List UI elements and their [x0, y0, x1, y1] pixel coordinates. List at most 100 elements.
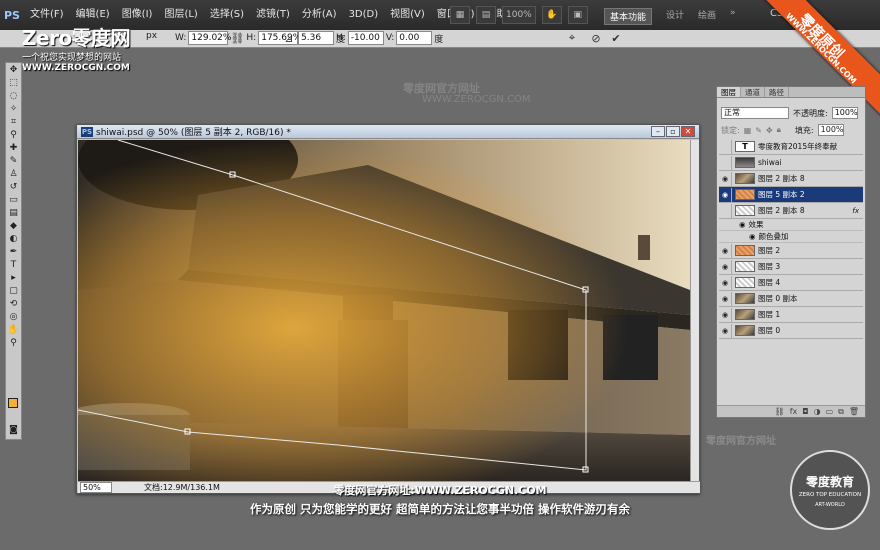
- layer-row[interactable]: ◉ 图层 2 副本 8: [719, 171, 863, 187]
- brush-tool-icon[interactable]: ✎: [6, 155, 21, 167]
- foreground-color-swatch[interactable]: [8, 398, 18, 408]
- blend-mode-select[interactable]: 正常: [721, 107, 789, 119]
- blur-tool-icon[interactable]: ◆: [6, 220, 21, 232]
- zoom-level-select[interactable]: 100%: [502, 6, 536, 24]
- 3d-camera-tool-icon[interactable]: ◎: [6, 311, 21, 323]
- layer-row[interactable]: T 零度教育2015年终奉献: [719, 139, 863, 155]
- effect-eye-icon: ◉: [749, 232, 756, 241]
- vertical-scrollbar[interactable]: [690, 140, 699, 482]
- eraser-tool-icon[interactable]: ▭: [6, 194, 21, 206]
- link-layers-icon[interactable]: ⛓: [775, 407, 785, 416]
- delete-layer-icon[interactable]: 🗑︎: [849, 407, 859, 416]
- path-selection-tool-icon[interactable]: ▸: [6, 272, 21, 284]
- layer-row[interactable]: ◉ 图层 0 副本: [719, 291, 863, 307]
- layers-panel-tabs: 图层 通道 路径: [717, 87, 865, 98]
- layer-row[interactable]: ◉ 图层 3: [719, 259, 863, 275]
- effects-row[interactable]: ◉ 效果: [719, 219, 863, 231]
- layers-panel-footer: ⛓ fx ◘ ◑ ▭ ⧉ 🗑︎: [717, 405, 865, 417]
- quick-mask-icon[interactable]: ◙: [6, 424, 21, 436]
- commit-transform-icon[interactable]: ✔: [609, 31, 623, 45]
- menu-analysis[interactable]: 分析(A): [296, 0, 343, 30]
- workspace-more[interactable]: »: [730, 8, 736, 25]
- layer-thumbnail: [735, 277, 755, 288]
- eye-icon[interactable]: ◉: [719, 323, 732, 338]
- gradient-tool-icon[interactable]: ▤: [6, 207, 21, 219]
- blend-controls: 正常 不透明度: 100%: [721, 107, 858, 119]
- clone-stamp-tool-icon[interactable]: ♙: [6, 168, 21, 180]
- cancel-transform-icon[interactable]: ⊘: [589, 31, 603, 45]
- tab-paths[interactable]: 路径: [765, 87, 789, 97]
- pen-tool-icon[interactable]: ✒: [6, 246, 21, 258]
- layer-row[interactable]: ◉ 图层 1: [719, 307, 863, 323]
- image-canvas[interactable]: [78, 140, 690, 482]
- document-window[interactable]: PS shiwai.psd @ 50% (图层 5 副本 2, RGB/16) …: [76, 124, 700, 494]
- dodge-tool-icon[interactable]: ◐: [6, 233, 21, 245]
- magic-wand-tool-icon[interactable]: ✧: [6, 103, 21, 115]
- adjustment-layer-icon[interactable]: ◑: [814, 407, 821, 416]
- hskew-field[interactable]: -10.00: [347, 31, 384, 45]
- workspace-design[interactable]: 设计: [666, 8, 684, 25]
- move-tool-icon[interactable]: ✥: [6, 64, 21, 76]
- shape-tool-icon[interactable]: ▢: [6, 285, 21, 297]
- visibility-toggle[interactable]: [719, 155, 732, 170]
- maximize-icon[interactable]: ▫: [666, 126, 680, 137]
- lock-all-icon[interactable]: 🔒︎: [777, 125, 781, 135]
- layer-row[interactable]: ◉ 图层 0: [719, 323, 863, 339]
- crop-tool-icon[interactable]: ⌗: [6, 116, 21, 128]
- eye-icon[interactable]: ◉: [719, 259, 732, 274]
- menu-view[interactable]: 视图(V): [384, 0, 431, 30]
- add-mask-icon[interactable]: ◘: [802, 407, 808, 416]
- layer-row[interactable]: ◉ 图层 4: [719, 275, 863, 291]
- eyedropper-tool-icon[interactable]: ⚲: [6, 129, 21, 141]
- layer-row[interactable]: ◉ 图层 2: [719, 243, 863, 259]
- lasso-tool-icon[interactable]: ◌: [6, 90, 21, 102]
- minimize-icon[interactable]: –: [651, 126, 665, 137]
- arrange-documents-button[interactable]: ▣: [567, 6, 588, 24]
- eye-icon[interactable]: ◉: [719, 275, 732, 290]
- tab-channels[interactable]: 通道: [741, 87, 765, 97]
- close-icon[interactable]: ✕: [681, 126, 695, 137]
- visibility-toggle[interactable]: [719, 139, 732, 154]
- fill-field[interactable]: 100%: [817, 124, 844, 136]
- launch-bridge-button[interactable]: ▦: [450, 6, 470, 24]
- hand-tool-icon[interactable]: ✋: [6, 324, 21, 336]
- tab-layers[interactable]: 图层: [717, 87, 741, 97]
- view-extras-button[interactable]: ▤: [476, 6, 496, 24]
- history-brush-tool-icon[interactable]: ↺: [6, 181, 21, 193]
- effect-item-row[interactable]: ◉ 颜色叠加: [719, 231, 863, 243]
- layer-thumbnail: [735, 261, 755, 272]
- type-tool-icon[interactable]: T: [6, 259, 21, 271]
- healing-brush-tool-icon[interactable]: ✚: [6, 142, 21, 154]
- menu-filter[interactable]: 滤镜(T): [250, 0, 296, 30]
- eye-icon[interactable]: ◉: [719, 307, 732, 322]
- workspace-essentials[interactable]: 基本功能: [604, 8, 653, 25]
- warp-icon[interactable]: ⌖: [565, 31, 579, 45]
- visibility-toggle[interactable]: [719, 203, 732, 218]
- workspace-painting[interactable]: 绘画: [698, 8, 716, 25]
- lock-pixels-icon[interactable]: ✎: [755, 126, 762, 135]
- menu-select[interactable]: 选择(S): [204, 0, 250, 30]
- add-style-icon[interactable]: fx: [790, 407, 798, 416]
- document-title-bar[interactable]: PS shiwai.psd @ 50% (图层 5 副本 2, RGB/16) …: [77, 125, 699, 139]
- lock-position-icon[interactable]: ✥: [766, 126, 773, 135]
- zoom-tool-icon[interactable]: ⚲: [6, 337, 21, 349]
- eye-icon[interactable]: ◉: [719, 243, 732, 258]
- lock-transparency-icon[interactable]: ▦: [744, 126, 752, 135]
- new-layer-icon[interactable]: ⧉: [838, 407, 844, 417]
- fx-icon[interactable]: fx: [852, 207, 859, 215]
- vskew-field[interactable]: 0.00: [396, 31, 433, 45]
- eye-icon[interactable]: ◉: [719, 171, 732, 186]
- rotate-angle-field[interactable]: 5.36: [298, 31, 334, 45]
- marquee-tool-icon[interactable]: ⬚: [6, 77, 21, 89]
- eye-icon[interactable]: ◉: [719, 291, 732, 306]
- hand-tool-button[interactable]: ✋: [541, 6, 562, 24]
- 3d-rotate-tool-icon[interactable]: ⟲: [6, 298, 21, 310]
- layer-row[interactable]: shiwai: [719, 155, 863, 171]
- layer-row-selected[interactable]: ◉ 图层 5 副本 2: [719, 187, 863, 203]
- layer-row[interactable]: 图层 2 副本 8 fx: [719, 203, 863, 219]
- menu-3d[interactable]: 3D(D): [343, 0, 385, 30]
- eye-icon[interactable]: ◉: [719, 187, 732, 202]
- new-group-icon[interactable]: ▭: [826, 407, 834, 416]
- link-icon[interactable]: ⛓: [230, 31, 244, 45]
- opacity-field[interactable]: 100%: [831, 107, 858, 119]
